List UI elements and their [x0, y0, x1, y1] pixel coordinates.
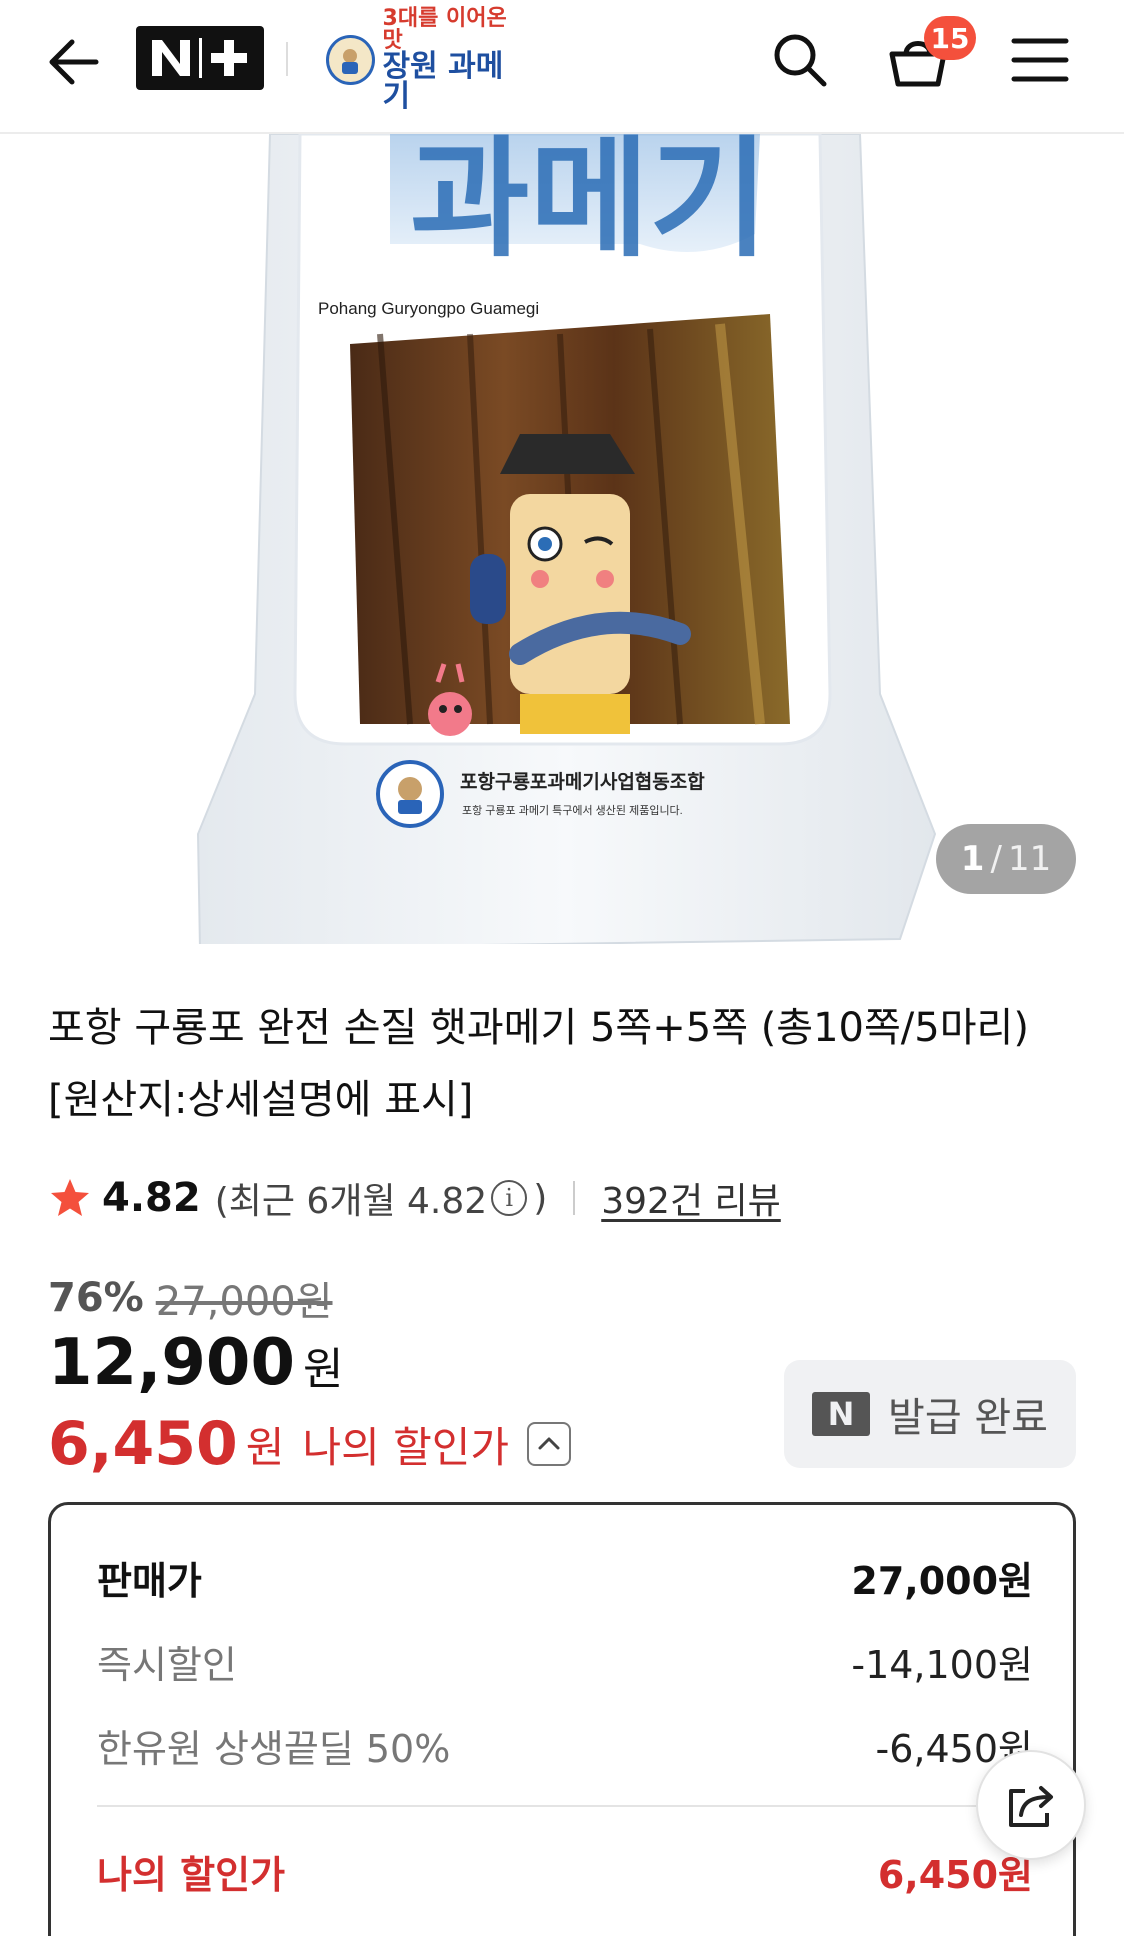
cooperative-seal [376, 760, 444, 828]
search-button[interactable] [764, 24, 836, 96]
info-icon[interactable]: i [491, 1180, 528, 1216]
my-price-unit: 원 [245, 1422, 285, 1472]
share-button[interactable] [976, 1750, 1086, 1860]
rating-divider [573, 1181, 576, 1215]
discount-rate: 76% [48, 1275, 144, 1321]
discount-row: 76% 27,000원 [48, 1270, 333, 1326]
npay-coupon-icon: N [812, 1392, 871, 1436]
original-price: 27,000원 [155, 1279, 333, 1325]
hamburger-menu-icon [1011, 38, 1069, 82]
nplus-logo-icon [152, 38, 247, 78]
breakdown-row-coupon-discount: 한유원 상생끝딜 50% -6,450원 [97, 1715, 1033, 1775]
share-icon [1009, 1786, 1053, 1827]
breakdown-divider [97, 1805, 1033, 1807]
image-counter-total: 11 [1007, 839, 1052, 879]
breakdown-value: 27,000원 [851, 1558, 1033, 1603]
breakdown-row-list-price: 판매가 27,000원 [97, 1547, 1033, 1607]
recent-rating-close: ) [533, 1177, 548, 1219]
breakdown-label: 판매가 [97, 1558, 202, 1603]
product-image-carousel[interactable]: 과메기 Pohang Guryongpo Guamegi 포항구룡포과메기사업협… [0, 134, 1124, 944]
breakdown-row-my-price: 나의 할인가 6,450원 [97, 1841, 1033, 1901]
product-photo: 과메기 Pohang Guryongpo Guamegi 포항구룡포과메기사업협… [196, 134, 937, 944]
product-title: 포항 구룡포 완전 손질 햇과메기 5쪽+5쪽 (총10쪽/5마리) [원산지:… [48, 1005, 1029, 1123]
brand-name: 장원 과메기 [382, 49, 504, 114]
image-counter: 1 / 11 [936, 824, 1076, 894]
seal-line2-text: 포항 구룡포 과메기 특구에서 생산된 제품입니다. [462, 804, 683, 817]
breakdown-label: 나의 할인가 [97, 1852, 286, 1897]
breakdown-label: 즉시할인 [97, 1642, 237, 1687]
header-divider [286, 42, 288, 76]
price-breakdown-toggle[interactable] [527, 1422, 571, 1466]
breakdown-value: -14,100원 [851, 1642, 1033, 1687]
image-counter-separator: / [990, 839, 1002, 879]
nplus-store-logo[interactable] [136, 26, 264, 90]
sale-price-unit: 원 [302, 1344, 344, 1395]
rating-score: 4.82 [102, 1175, 201, 1221]
image-counter-current: 1 [960, 839, 985, 879]
breakdown-label: 한유원 상생끝딜 50% [97, 1726, 451, 1771]
brand-seal-icon [326, 35, 375, 85]
sale-price: 12,900 [48, 1326, 295, 1400]
my-discount-price: 6,450 [48, 1409, 238, 1479]
search-icon [774, 34, 827, 87]
arrow-left-icon [49, 39, 99, 85]
breakdown-row-instant-discount: 즉시할인 -14,100원 [97, 1631, 1033, 1691]
coupon-button-label: 발급 완료 [888, 1395, 1048, 1441]
price-breakdown-box: 판매가 27,000원 즉시할인 -14,100원 한유원 상생끝딜 50% -… [48, 1502, 1076, 1936]
chevron-up-icon [538, 1437, 560, 1450]
brand-slogan: 3대를 이어온맛 [382, 6, 507, 53]
rating-row: 4.82 (최근 6개월 4.82 i ) 392건 리뷰 [48, 1170, 781, 1226]
back-button[interactable] [38, 26, 110, 98]
store-brand-logo[interactable]: 3대를 이어온맛 장원 과메기 [326, 8, 526, 112]
top-header: 3대를 이어온맛 장원 과메기 15 [0, 0, 1124, 134]
menu-button[interactable] [1000, 24, 1080, 96]
coupon-issued-button[interactable]: N 발급 완료 [784, 1360, 1076, 1468]
cart-count-badge: 15 [924, 16, 976, 60]
svg-text:Pohang Guryongpo Guamegi: Pohang Guryongpo Guamegi [318, 299, 539, 318]
recent-rating: (최근 6개월 4.82 [214, 1181, 488, 1222]
brand-text: 3대를 이어온맛 장원 과메기 [383, 8, 526, 112]
star-icon [51, 1179, 89, 1216]
my-price-row: 6,450 원 나의 할인가 [48, 1404, 571, 1484]
seal-line1-text: 포항구룡포과메기사업협동조합 [460, 771, 705, 793]
package-title-text: 과메기 [410, 134, 769, 275]
sale-price-row: 12,900 원 [48, 1326, 343, 1406]
review-link[interactable]: 392건 리뷰 [601, 1172, 781, 1224]
my-price-label: 나의 할인가 [302, 1422, 509, 1472]
